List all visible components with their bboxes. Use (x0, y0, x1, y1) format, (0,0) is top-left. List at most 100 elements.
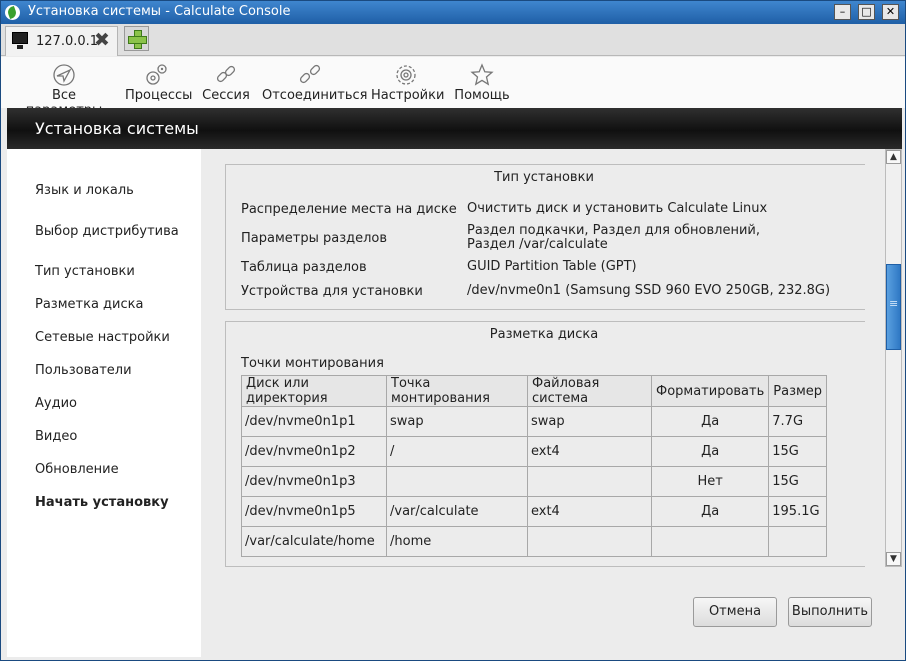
table-cell (386, 466, 528, 497)
unlink-icon (299, 64, 321, 84)
table-cell: Да (650, 496, 770, 527)
tab-label: 127.0.0.1 (36, 34, 99, 49)
table-cell: swap (386, 406, 528, 437)
mount-points-table: Диск или директория Точка монтирования Ф… (241, 375, 828, 557)
star-icon (470, 63, 494, 86)
install-value: /dev/nvme0n1 (Samsung SSD 960 EVO 250GB,… (467, 283, 831, 298)
window-title: Установка системы - Calculate Console (28, 4, 291, 19)
link-icon (216, 65, 236, 83)
install-type-group: Тип установки Распределение места на дис… (225, 164, 865, 310)
disk-layout-group: Разметка диска Точки монтирования Диск и… (225, 321, 865, 567)
toolbar-label: Отсоединиться (262, 88, 368, 103)
table-row[interactable]: /dev/nvme0n1p2 / ext4 Да 15G (241, 436, 828, 467)
page-header: Установка системы (7, 108, 902, 149)
toolbar-settings[interactable]: Настройки (371, 63, 445, 103)
column-header[interactable]: Точка монтирования (386, 375, 528, 407)
install-key: Таблица разделов (241, 260, 367, 275)
calculate-logo-icon (5, 5, 20, 20)
sidebar-item-update[interactable]: Обновление (35, 462, 119, 477)
table-cell: /var/calculate/home (241, 526, 387, 557)
toolbar-label: Помощь (454, 88, 510, 103)
toolbar-label: Процессы (125, 88, 193, 103)
table-row[interactable]: /dev/nvme0n1p5 /var/calculate ext4 Да 19… (241, 496, 828, 527)
column-header[interactable]: Форматировать (650, 375, 770, 407)
sidebar-item-video[interactable]: Видео (35, 429, 77, 444)
install-key: Распределение места на диске (241, 202, 457, 217)
table-cell: /dev/nvme0n1p2 (241, 436, 387, 467)
sidebar-item-disk-layout[interactable]: Разметка диска (35, 297, 143, 312)
table-row[interactable]: /var/calculate/home /home (241, 526, 828, 557)
sidebar-item-start-install[interactable]: Начать установку (35, 495, 169, 510)
table-cell: /dev/nvme0n1p3 (241, 466, 387, 497)
table-cell: ext4 (527, 436, 652, 467)
main-content: Тип установки Распределение места на дис… (201, 149, 902, 657)
table-cell (650, 526, 770, 557)
scroll-up-icon[interactable]: ▲ (886, 150, 901, 164)
cancel-button[interactable]: Отмена (693, 597, 777, 627)
vertical-scrollbar[interactable]: ▲ ▼ (885, 149, 902, 567)
table-cell: swap (527, 406, 652, 437)
table-row[interactable]: /dev/nvme0n1p1 swap swap Да 7.7G (241, 406, 828, 437)
scroll-down-icon[interactable]: ▼ (886, 552, 901, 566)
table-cell: 15G (768, 466, 828, 497)
mount-points-label: Точки монтирования (241, 356, 384, 371)
install-key: Устройства для установки (241, 284, 423, 299)
sidebar-item-users[interactable]: Пользователи (35, 363, 132, 378)
page-title: Установка системы (35, 119, 199, 138)
sidebar-item-install-type[interactable]: Тип установки (35, 264, 135, 279)
sidebar-item-language[interactable]: Язык и локаль (35, 183, 134, 198)
scrollbar-thumb[interactable] (886, 264, 901, 350)
install-type-title: Тип установки (494, 170, 594, 185)
column-header[interactable]: Диск или директория (241, 375, 387, 407)
table-cell (527, 526, 652, 557)
table-cell: /dev/nvme0n1p5 (241, 496, 387, 527)
table-cell: 7.7G (768, 406, 828, 437)
table-cell: ext4 (527, 496, 652, 527)
toolbar-help[interactable]: Помощь (453, 63, 511, 103)
install-value: Очистить диск и установить Calculate Lin… (467, 201, 768, 216)
toolbar-session[interactable]: Сессия (202, 63, 250, 103)
sidebar-item-distribution[interactable]: Выбор дистрибутива (35, 224, 179, 239)
table-cell: Нет (650, 466, 770, 497)
table-cell: /home (386, 526, 528, 557)
close-window-button[interactable]: ✕ (882, 4, 899, 20)
table-cell: Да (650, 406, 770, 437)
tab-connection[interactable]: 127.0.0.1 ✖ (5, 26, 118, 56)
column-header[interactable]: Файловая система (527, 375, 652, 407)
toolbar-processes[interactable]: Процессы (125, 63, 193, 103)
table-cell: Да (650, 436, 770, 467)
table-cell: /dev/nvme0n1p1 (241, 406, 387, 437)
table-cell (527, 466, 652, 497)
sidebar-item-audio[interactable]: Аудио (35, 396, 77, 411)
install-value: GUID Partition Table (GPT) (467, 259, 637, 274)
table-cell: / (386, 436, 528, 467)
column-header[interactable]: Размер (768, 375, 828, 407)
execute-button[interactable]: Выполнить (788, 597, 872, 627)
settings-icon (396, 65, 416, 85)
add-tab-button[interactable] (124, 26, 149, 51)
table-header-row: Диск или директория Точка монтирования Ф… (241, 375, 828, 407)
compass-icon (53, 64, 75, 86)
main-window: Установка системы - Calculate Console – … (0, 0, 906, 661)
table-cell: 15G (768, 436, 828, 467)
sidebar: Язык и локаль Выбор дистрибутива Тип уст… (7, 149, 201, 657)
title-bar[interactable]: Установка системы - Calculate Console – … (1, 1, 905, 24)
toolbar-label: Настройки (371, 88, 445, 103)
disk-layout-title: Разметка диска (489, 327, 599, 342)
install-value: Раздел подкачки, Раздел для обновлений, … (467, 223, 760, 252)
install-key: Параметры разделов (241, 231, 388, 246)
tab-bar: 127.0.0.1 ✖ (1, 24, 905, 56)
sidebar-item-network[interactable]: Сетевые настройки (35, 330, 170, 345)
table-cell: 195.1G (768, 496, 828, 527)
processes-icon (146, 64, 167, 85)
table-row[interactable]: /dev/nvme0n1p3 Нет 15G (241, 466, 828, 497)
monitor-icon (12, 32, 28, 49)
table-cell (768, 526, 828, 557)
toolbar-label: Сессия (202, 88, 250, 103)
toolbar-disconnect[interactable]: Отсоединиться (262, 63, 368, 103)
table-cell: /var/calculate (386, 496, 528, 527)
maximize-button[interactable]: □ (858, 4, 875, 20)
minimize-button[interactable]: – (834, 4, 851, 20)
toolbar: Все параметры Процессы Сессия Отсоедин (1, 57, 905, 118)
close-tab-icon[interactable]: ✖ (94, 30, 110, 50)
